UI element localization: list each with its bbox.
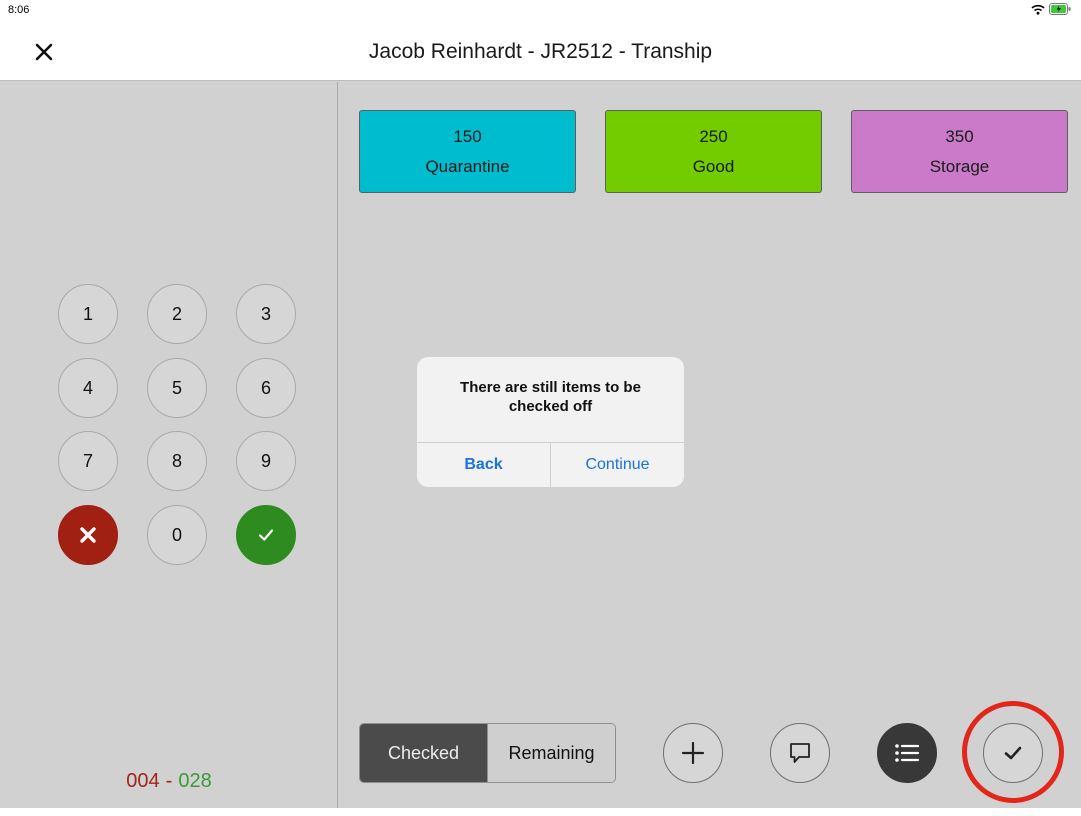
keypad-panel: 1 2 3 4 5 6 7 8 9 0 004-028: [0, 82, 338, 808]
header-bar: Jacob Reinhardt - JR2512 - Tranship: [0, 22, 1081, 81]
app-screen: 8:06 Jacob Reinhardt - JR2512 - Tranship…: [0, 0, 1081, 808]
category-quarantine[interactable]: 150 Quarantine: [359, 110, 576, 193]
highlight-ring: [962, 701, 1064, 803]
status-icons: [1031, 3, 1071, 15]
status-time: 8:06: [8, 4, 30, 16]
category-label: Storage: [929, 156, 990, 176]
key-4[interactable]: 4: [58, 358, 118, 418]
back-button[interactable]: Back: [417, 443, 551, 487]
remaining-tab[interactable]: Remaining: [487, 724, 615, 782]
key-9[interactable]: 9: [236, 431, 296, 491]
filter-segmented-control: Checked Remaining: [359, 723, 616, 783]
page-title: Jacob Reinhardt - JR2512 - Tranship: [368, 40, 713, 63]
plus-icon: [681, 741, 705, 765]
list-button[interactable]: [877, 723, 937, 783]
x-icon: [80, 527, 96, 543]
alert-dialog: There are still items to be checked off …: [417, 357, 684, 487]
total-count: 028: [178, 770, 212, 792]
category-number: 350: [945, 126, 974, 146]
category-label: Good: [692, 156, 735, 176]
status-bar: 8:06: [0, 0, 1081, 22]
counter-separator: -: [165, 770, 173, 792]
category-number: 150: [453, 126, 482, 146]
key-0[interactable]: 0: [147, 505, 207, 565]
key-2[interactable]: 2: [147, 284, 207, 344]
key-5[interactable]: 5: [147, 358, 207, 418]
battery-icon: [1049, 3, 1071, 15]
wifi-icon: [1031, 4, 1045, 15]
key-3[interactable]: 3: [236, 284, 296, 344]
category-label: Quarantine: [425, 156, 510, 176]
category-good[interactable]: 250 Good: [605, 110, 822, 193]
clear-key[interactable]: [58, 505, 118, 565]
checked-count: 004: [126, 770, 160, 792]
add-button[interactable]: [663, 723, 723, 783]
list-icon: [895, 744, 920, 762]
category-number: 250: [699, 126, 728, 146]
key-1[interactable]: 1: [58, 284, 118, 344]
alert-buttons: Back Continue: [417, 442, 684, 487]
category-storage[interactable]: 350 Storage: [851, 110, 1068, 193]
check-icon: [258, 529, 274, 541]
checked-tab[interactable]: Checked: [360, 724, 487, 782]
key-8[interactable]: 8: [147, 431, 207, 491]
item-counter: 004-028: [0, 770, 338, 793]
comment-icon: [790, 743, 810, 763]
key-7[interactable]: 7: [58, 431, 118, 491]
comment-button[interactable]: [770, 723, 830, 783]
alert-message: There are still items to be checked off: [460, 379, 641, 415]
confirm-key[interactable]: [236, 505, 296, 565]
continue-button[interactable]: Continue: [551, 443, 684, 487]
key-6[interactable]: 6: [236, 358, 296, 418]
